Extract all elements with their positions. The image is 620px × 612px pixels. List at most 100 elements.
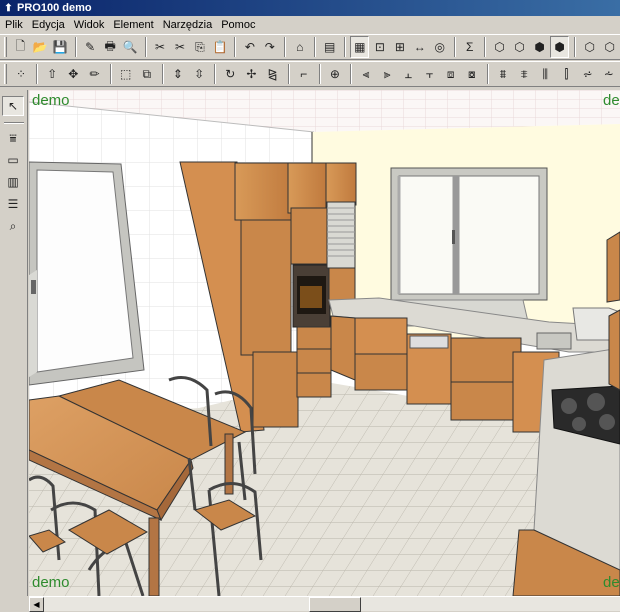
hob-burner [561, 398, 577, 414]
watermark-top-left: demo [32, 92, 70, 109]
view-walls-icon[interactable]: ⊞ [390, 36, 409, 58]
cube-side-icon[interactable]: ⬡ [600, 36, 619, 58]
mirror-icon[interactable]: ⧎ [262, 63, 282, 85]
3d-viewport[interactable]: demo demo demo demo [29, 90, 620, 596]
target-icon[interactable]: ⊕ [325, 63, 345, 85]
move-up-icon[interactable]: ⇧ [42, 63, 62, 85]
menu-element[interactable]: Element [110, 19, 159, 31]
save-icon[interactable]: 💾 [51, 36, 70, 58]
menu-pomoc[interactable]: Pomoc [218, 19, 261, 31]
hob-burner [599, 414, 615, 430]
hob-burner [587, 393, 605, 411]
toolbar-separator [287, 64, 290, 84]
kitchen-scene[interactable] [29, 90, 620, 596]
cube-wire-icon[interactable]: ⬡ [490, 36, 509, 58]
app-arrow-icon: ⬆ [4, 2, 13, 14]
hob-burner [572, 417, 586, 431]
pencil-icon[interactable]: ✏ [84, 63, 104, 85]
redo-icon[interactable]: ↷ [260, 36, 279, 58]
edit-toolbar: ⁘ ⇧ ✥ ✏ ⬚ ⧉ ⇕ ⇳ ↻ ✢ ⧎ ⌐ ⊕ ⫷ ⫸ ⫠ ⫟ ⧈ ⧇ ⩩ ⩨ ⫼ ⫿ ⩫ ⩪ [0, 61, 620, 87]
toolbar-separator [161, 64, 164, 84]
paste-icon[interactable]: 📋 [210, 36, 229, 58]
watermark-bottom-left: demo [32, 574, 70, 591]
align-corner-icon[interactable]: ⌐ [294, 63, 314, 85]
toolbar-separator [214, 64, 217, 84]
menu-bar: Plik Edycja Widok Element Narzędzia Pomoc [0, 16, 620, 34]
cut2-icon[interactable]: ✂ [171, 36, 190, 58]
align-front-icon[interactable]: ⧇ [462, 63, 482, 85]
view-zoom-icon[interactable]: ⊡ [370, 36, 389, 58]
title-bar: ⬆ PRO100 demo [0, 0, 620, 16]
lift-icon[interactable]: ⇕ [168, 63, 188, 85]
rotate-icon[interactable]: ↻ [220, 63, 240, 85]
right-wall-cabinet [608, 309, 620, 391]
menu-narzędzia[interactable]: Narzędzia [160, 19, 219, 31]
cube-outline-icon[interactable]: ⬡ [510, 36, 529, 58]
dimension-icon[interactable]: ↔ [410, 36, 429, 58]
move-icon[interactable]: ✢ [241, 63, 261, 85]
menu-edycja[interactable]: Edycja [29, 19, 71, 31]
toolbar-separator [314, 37, 317, 57]
toolbar-grip[interactable] [4, 64, 7, 84]
toolbar-grip[interactable] [4, 37, 7, 57]
menu-plik[interactable]: Plik [2, 19, 29, 31]
distribute-g-icon[interactable]: ⩪ [599, 63, 619, 85]
right-upper-cabinet [606, 231, 620, 303]
menu-widok[interactable]: Widok [71, 19, 111, 31]
cut-icon[interactable]: ✂ [151, 36, 170, 58]
distribute-f-icon[interactable]: ⩫ [578, 63, 598, 85]
align-back-icon[interactable]: ⧈ [441, 63, 461, 85]
toolbar-separator [36, 64, 39, 84]
distribute-h-icon[interactable]: ⩩ [493, 63, 513, 85]
select-rect-icon[interactable]: ⬚ [116, 63, 136, 85]
group-icon[interactable]: ⧉ [137, 63, 157, 85]
toolbar-separator [144, 37, 147, 57]
align-right-icon[interactable]: ⫸ [377, 63, 397, 85]
toolbar-separator [109, 64, 112, 84]
scroll-left-icon[interactable]: ◀ [29, 597, 44, 612]
horizontal-scrollbar[interactable]: ◀ [29, 596, 620, 612]
watermark-top-right: demo [603, 92, 620, 109]
lower-icon[interactable]: ⇳ [189, 63, 209, 85]
align-bottom-icon[interactable]: ⫟ [419, 63, 439, 85]
toolbar-separator [284, 37, 287, 57]
window-title: PRO100 demo [17, 2, 92, 14]
align-top-icon[interactable]: ⫠ [398, 63, 418, 85]
sink-tap [536, 332, 572, 350]
open-icon[interactable]: 📂 [31, 36, 50, 58]
undo-icon[interactable]: ↶ [240, 36, 259, 58]
render-icon[interactable]: ◎ [430, 36, 449, 58]
distribute-e-icon[interactable]: ⫿ [556, 63, 576, 85]
magnify-tool-icon[interactable]: ⌕ [2, 216, 24, 236]
move-free-icon[interactable]: ✥ [63, 63, 83, 85]
cube-shaded-icon[interactable]: ⬢ [530, 36, 549, 58]
properties-icon[interactable]: ✎ [81, 36, 100, 58]
sum-icon[interactable]: Σ [460, 36, 479, 58]
box-tool-icon[interactable]: ▭ [2, 150, 24, 170]
pointer-icon[interactable]: ↖ [2, 96, 24, 116]
cabinet-tool-icon[interactable]: ▥ [2, 172, 24, 192]
toolbar-separator [484, 37, 487, 57]
list-icon[interactable]: ▤ [320, 36, 339, 58]
toolbar-separator [3, 122, 24, 124]
shelf-tool-icon[interactable]: ☰ [2, 194, 24, 214]
toolbar-separator [454, 37, 457, 57]
scroll-thumb[interactable] [309, 597, 361, 612]
cube-front-icon[interactable]: ⬡ [580, 36, 599, 58]
distribute-v-icon[interactable]: ⩨ [514, 63, 534, 85]
print-icon[interactable]: 🖶 [101, 36, 120, 58]
toolbar-separator [318, 64, 321, 84]
grid-icon[interactable]: ⁘ [11, 63, 31, 85]
align-left-icon[interactable]: ⫷ [356, 63, 376, 85]
view-plan-icon[interactable]: ▦ [350, 36, 370, 58]
print-preview-icon[interactable]: 🔍 [121, 36, 140, 58]
new-icon[interactable]: 🗋 [11, 36, 30, 58]
distribute-d-icon[interactable]: ⫼ [535, 63, 555, 85]
scroll-corner [0, 596, 29, 611]
left-toolbar: ↖ ⩸ ▭ ▥ ☰ ⌕ [0, 90, 28, 596]
cube-solid-icon[interactable]: ⬢ [550, 36, 570, 58]
main-toolbar: 🗋 📂 💾 ✎ 🖶 🔍 ✂ ✂ ⎘ 📋 ↶ ↷ ⌂ ▤ ▦ ⊡ ⊞ ↔ ◎ Σ ⬡ ⬡ ⬢ ⬢ ⬡ ⬡ [0, 34, 620, 60]
room-icon[interactable]: ⌂ [290, 36, 309, 58]
wall-tool-icon[interactable]: ⩸ [2, 128, 24, 148]
copy-icon[interactable]: ⎘ [190, 36, 209, 58]
